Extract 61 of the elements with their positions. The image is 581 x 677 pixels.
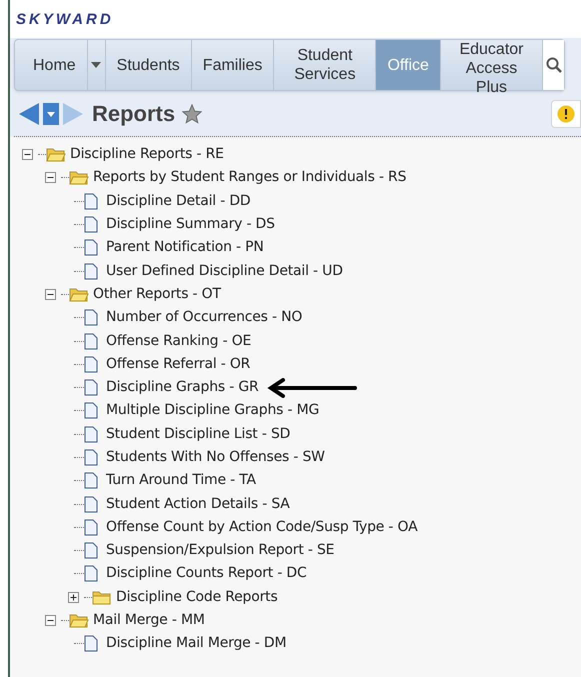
tree-item[interactable]: Suspension/Expulsion Report - SE bbox=[106, 540, 334, 562]
tree-item[interactable]: Discipline Detail - DD bbox=[106, 190, 251, 212]
document-icon bbox=[84, 332, 98, 350]
tree-item[interactable]: Offense Count by Action Code/Susp Type - OA bbox=[106, 516, 418, 538]
document-icon bbox=[84, 216, 98, 234]
document-icon bbox=[84, 192, 98, 210]
nav-tab[interactable]: Students bbox=[106, 40, 192, 90]
page-title: Reports bbox=[92, 100, 176, 128]
tree-item[interactable]: Reports by Student Ranges or Individuals - RS bbox=[93, 167, 406, 188]
document-icon bbox=[84, 472, 98, 490]
document-icon bbox=[84, 518, 98, 536]
folder-icon bbox=[92, 590, 112, 605]
back-arrow-icon[interactable] bbox=[18, 102, 40, 126]
dropdown-icon[interactable] bbox=[43, 102, 59, 124]
document-icon bbox=[84, 309, 98, 326]
tree-item[interactable]: Turn Around Time - TA bbox=[106, 470, 256, 492]
tree-item[interactable]: Student Discipline List - SD bbox=[106, 424, 290, 445]
search-button[interactable] bbox=[543, 40, 564, 90]
tree-item[interactable]: Offense Ranking - OE bbox=[106, 330, 252, 352]
document-icon bbox=[84, 356, 98, 373]
collapse-icon[interactable] bbox=[45, 615, 56, 626]
document-icon bbox=[84, 565, 98, 582]
document-icon bbox=[84, 635, 98, 652]
tree-item[interactable]: Parent Notification - PN bbox=[106, 237, 264, 258]
document-icon bbox=[84, 379, 98, 396]
document-icon bbox=[84, 239, 98, 256]
collapse-icon[interactable] bbox=[45, 172, 56, 184]
tree-item[interactable]: Discipline Mail Merge - DM bbox=[106, 633, 286, 654]
document-icon bbox=[84, 449, 98, 466]
document-icon bbox=[84, 426, 98, 443]
collapse-icon[interactable] bbox=[22, 149, 33, 160]
tree-item[interactable]: Multiple Discipline Graphs - MG bbox=[106, 400, 320, 422]
warning-icon bbox=[557, 104, 575, 122]
expand-icon[interactable] bbox=[68, 592, 79, 603]
document-icon bbox=[84, 542, 98, 560]
tree-item[interactable]: Students With No Offenses - SW bbox=[106, 447, 325, 468]
collapse-icon[interactable] bbox=[45, 288, 56, 300]
tree-item[interactable]: Discipline Code Reports bbox=[116, 586, 278, 608]
search-icon bbox=[546, 57, 562, 73]
open-folder-icon bbox=[69, 170, 89, 186]
tree-item[interactable]: Student Action Details - SA bbox=[106, 494, 290, 515]
tree-item[interactable]: Discipline Graphs - GR bbox=[106, 377, 259, 398]
star-icon[interactable] bbox=[181, 102, 204, 124]
logo: SKYWARD bbox=[16, 11, 114, 28]
open-folder-icon bbox=[69, 286, 89, 302]
tree-item[interactable]: User Defined Discipline Detail - UD bbox=[106, 260, 343, 282]
tree-item[interactable]: Mail Merge - MM bbox=[93, 610, 205, 632]
tree-item[interactable]: Number of Occurrences - NO bbox=[106, 307, 302, 328]
nav-tab[interactable]: Home bbox=[15, 40, 88, 90]
tree-item[interactable]: Other Reports - OT bbox=[93, 284, 221, 305]
caret-icon bbox=[91, 62, 102, 68]
document-icon bbox=[84, 402, 98, 420]
tree-item[interactable]: Discipline Counts Report - DC bbox=[106, 563, 307, 584]
tree-item[interactable]: Discipline Summary - DS bbox=[106, 214, 275, 236]
document-icon bbox=[84, 262, 98, 280]
tree-item[interactable]: Offense Referral - OR bbox=[106, 354, 250, 375]
document-icon bbox=[84, 496, 98, 513]
open-folder-icon bbox=[46, 147, 66, 162]
tree-item[interactable]: Discipline Reports - RE bbox=[70, 144, 224, 166]
nav-tab[interactable]: Families bbox=[192, 40, 274, 90]
open-folder-icon bbox=[69, 613, 89, 628]
